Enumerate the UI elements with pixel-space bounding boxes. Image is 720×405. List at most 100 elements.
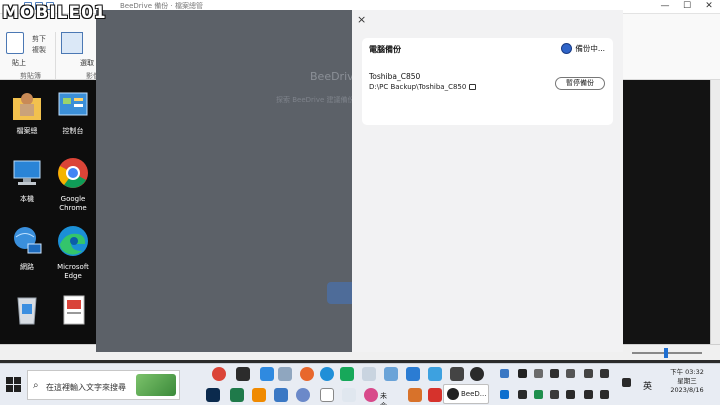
app-taskbar-icon[interactable] (428, 367, 442, 381)
chrome-icon (58, 158, 88, 188)
card-title: 電腦備份 (369, 45, 401, 54)
monitor-taskbar-icon[interactable] (260, 367, 274, 381)
app-taskbar-icon[interactable] (450, 367, 464, 381)
user-folder-icon (13, 93, 41, 120)
edge-taskbar-icon[interactable] (320, 367, 334, 381)
desktop: 檔案總 控制台 本機 Google Chrome 網路 Microsoft Ed… (0, 80, 96, 344)
app-taskbar-icon[interactable] (428, 388, 442, 402)
clock-time: 下午 03:32 (670, 368, 704, 376)
open-folder-icon[interactable] (469, 84, 477, 90)
cut-button[interactable]: 剪下 (32, 34, 46, 44)
start-icon-tile (6, 385, 13, 392)
close-panel-button[interactable]: × (357, 13, 366, 26)
app-taskbar-icon[interactable] (236, 367, 250, 381)
app-taskbar-icon[interactable] (274, 388, 288, 402)
app-taskbar-icon[interactable] (364, 388, 378, 402)
start-button[interactable] (6, 377, 21, 392)
search-highlight-image (136, 374, 176, 396)
pause-backup-button[interactable]: 暫停備份 (555, 77, 605, 90)
search-icon: ⌕ (33, 380, 39, 391)
recycle-bin-icon (17, 297, 37, 325)
dimmed-app-subtitle: 探索 BeeDrive 建議備份 (276, 96, 355, 104)
beedrive-taskbar-button[interactable]: BeeD... (443, 384, 489, 404)
ribbon-divider (55, 32, 56, 80)
app-taskbar-icon[interactable] (340, 367, 354, 381)
desktop-icon-label: 網路 (20, 263, 34, 271)
calculator-taskbar-icon[interactable] (406, 367, 420, 381)
modal-overlay[interactable] (96, 10, 352, 352)
network-icon (14, 227, 42, 254)
clock-date: 2023/8/16 (670, 386, 704, 394)
photoshop-taskbar-icon[interactable] (206, 388, 220, 402)
wifi-icon[interactable] (584, 390, 593, 399)
app-taskbar-icon[interactable] (320, 388, 334, 402)
taskbar-search[interactable]: ⌕ 在這裡輸入文字來搜尋 (27, 370, 180, 400)
edge-icon (58, 226, 88, 256)
app-taskbar-icon[interactable] (296, 388, 310, 402)
vertical-scrollbar[interactable] (710, 80, 720, 344)
tray-icon[interactable] (500, 369, 509, 378)
desktop-icon-control-panel[interactable]: 控制台 (50, 88, 96, 136)
pc-backup-card: 電腦備份 備份中... Toshiba_C850 D:\PC Backup\To… (362, 38, 613, 125)
desktop-icon-user-folder[interactable]: 檔案總 (4, 88, 50, 136)
battery-icon[interactable] (600, 390, 609, 399)
volume-icon[interactable] (566, 390, 575, 399)
taskbar-clock[interactable]: 下午 03:32 星期三 2023/8/16 (662, 368, 712, 395)
select-icon[interactable] (61, 32, 83, 54)
app-taskbar-icon[interactable] (362, 367, 376, 381)
taskbar: ⌕ 在這裡輸入文字來搜尋 未命... BeeD... (0, 363, 720, 405)
start-icon-tile (6, 377, 13, 384)
start-icon-tile (14, 377, 21, 384)
app-taskbar-icon[interactable] (384, 367, 398, 381)
desktop-icon-label: 控制台 (62, 127, 84, 135)
backup-status-text: 備份中... (575, 44, 605, 53)
input-method-indicator[interactable]: 英 (643, 379, 652, 392)
tray-icon[interactable] (600, 369, 609, 378)
paste-button[interactable]: 貼上 (12, 58, 26, 68)
desktop-icon-recycle-bin[interactable] (4, 292, 50, 328)
app-taskbar-icon[interactable] (278, 367, 292, 381)
select-button[interactable]: 選取 (80, 58, 94, 68)
device-path-text: D:\PC Backup\Toshiba_C850 (369, 83, 467, 91)
tray-icon[interactable] (550, 369, 559, 378)
backup-progress-icon (561, 43, 573, 54)
minimize-button[interactable]: — (654, 0, 676, 14)
tray-icon[interactable] (550, 390, 559, 399)
dimmed-button (327, 282, 352, 304)
site-logo: MOBILE01 (2, 3, 107, 23)
tray-icon[interactable] (500, 390, 509, 399)
window-controls: — ☐ ✕ (654, 0, 720, 14)
document-icon (63, 295, 85, 325)
device-name: Toshiba_C850 (369, 72, 421, 81)
settings-taskbar-icon[interactable] (470, 367, 484, 381)
open-app-label[interactable]: 未命... (380, 391, 394, 405)
device-path: D:\PC Backup\Toshiba_C850 (369, 83, 477, 91)
zoom-slider-thumb[interactable] (664, 348, 668, 358)
desktop-icon-computer[interactable]: 本機 (4, 156, 50, 204)
tray-icon[interactable] (584, 369, 593, 378)
desktop-icon-document[interactable] (50, 292, 96, 328)
tray-icon[interactable] (518, 390, 527, 399)
pen-icon[interactable] (622, 378, 631, 387)
desktop-icon-network[interactable]: 網路 (4, 224, 50, 272)
app-taskbar-icon[interactable] (252, 388, 266, 402)
tray-icon[interactable] (566, 369, 575, 378)
close-window-button[interactable]: ✕ (698, 0, 720, 14)
desktop-icon-edge[interactable]: Microsoft Edge (50, 224, 96, 281)
backup-panel: × 電腦備份 備份中... Toshiba_C850 D:\PC Backup\… (352, 10, 623, 352)
firefox-taskbar-icon[interactable] (300, 367, 314, 381)
tray-icon[interactable] (534, 369, 543, 378)
app-taskbar-icon[interactable] (230, 388, 244, 402)
desktop-icon-label: Microsoft Edge (57, 263, 89, 280)
maximize-button[interactable]: ☐ (676, 0, 698, 14)
illustrator-taskbar-icon[interactable] (408, 388, 422, 402)
paste-icon[interactable] (6, 32, 24, 54)
tray-icon[interactable] (534, 390, 543, 399)
app-taskbar-icon[interactable] (342, 388, 356, 402)
tray-icon[interactable] (518, 369, 527, 378)
backup-status: 備份中... (561, 43, 605, 54)
desktop-icon-chrome[interactable]: Google Chrome (50, 156, 96, 213)
start-icon-tile (14, 385, 21, 392)
copy-button[interactable]: 複製 (32, 45, 46, 55)
chrome-taskbar-icon[interactable] (212, 367, 226, 381)
